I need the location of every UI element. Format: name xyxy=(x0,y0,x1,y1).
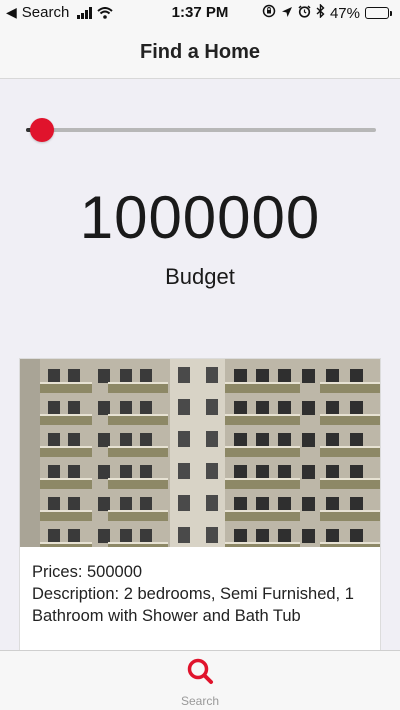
page-title: Find a Home xyxy=(139,40,260,63)
status-bar: ◀ Search 1:37 PM 47% xyxy=(0,0,400,26)
budget-slider[interactable] xyxy=(26,118,376,142)
search-icon xyxy=(186,657,214,690)
listing-description: Description: 2 bedrooms, Semi Furnished,… xyxy=(32,585,354,625)
listing-photo xyxy=(20,359,380,547)
tab-search[interactable]: Search xyxy=(0,657,400,708)
status-right: 47% xyxy=(262,3,392,22)
location-arrow-icon xyxy=(281,5,293,22)
battery-icon xyxy=(365,7,392,19)
battery-percent: 47% xyxy=(329,4,360,22)
navigation-bar: Find a Home xyxy=(0,26,400,79)
slider-track[interactable] xyxy=(26,128,376,132)
slider-thumb[interactable] xyxy=(30,118,54,142)
bluetooth-icon xyxy=(316,3,325,22)
budget-value: 1000000 xyxy=(79,184,321,251)
tab-bar: Search xyxy=(0,650,400,710)
listing-details: Prices: 500000 Description: 2 bedrooms, … xyxy=(20,547,380,627)
listing-card[interactable]: Prices: 500000 Description: 2 bedrooms, … xyxy=(19,358,381,658)
screen-rotation-lock-icon xyxy=(262,4,276,22)
tab-search-label: Search xyxy=(180,694,220,708)
alarm-clock-icon xyxy=(298,4,311,22)
listing-price: Prices: 500000 xyxy=(32,563,143,581)
budget-label: Budget xyxy=(165,264,235,289)
